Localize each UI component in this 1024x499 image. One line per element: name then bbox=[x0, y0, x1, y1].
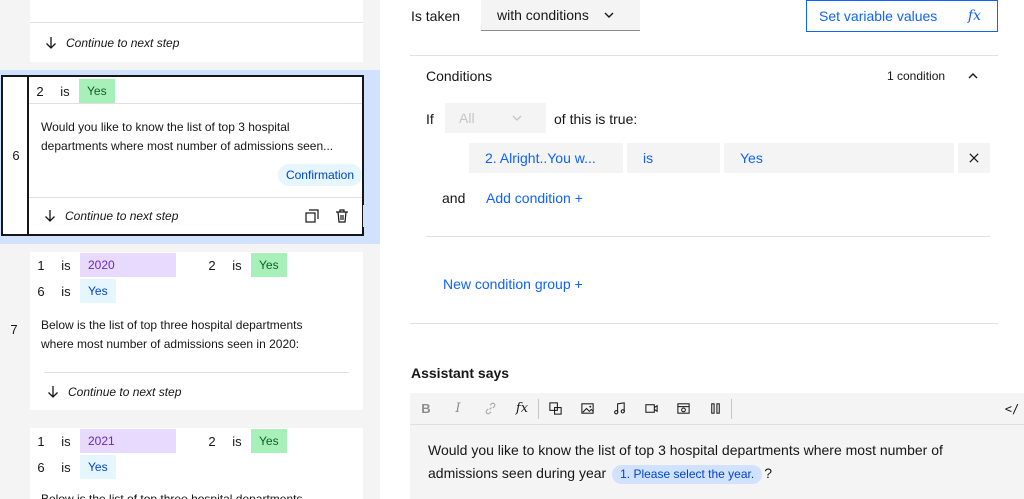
condition-value-tag: 2021 bbox=[80, 429, 176, 453]
confirmation-badge: Confirmation bbox=[277, 164, 362, 186]
set-variable-values-button[interactable]: Set variable values fx bbox=[806, 0, 998, 32]
condition-chip: 2 is Yes bbox=[201, 252, 287, 278]
variable-icon bbox=[548, 402, 562, 415]
insert-audio-button[interactable] bbox=[603, 393, 635, 425]
condition-value-tag: Yes bbox=[80, 455, 116, 479]
editor-toolbar: B I fx </ bbox=[410, 393, 1024, 425]
step-number: 7 bbox=[10, 322, 18, 337]
continue-label: Continue to next step bbox=[65, 209, 179, 223]
is-taken-dropdown[interactable]: with conditions bbox=[481, 0, 640, 31]
arrow-down-icon bbox=[48, 385, 58, 398]
step-body-text: Below is the list of top three hospital … bbox=[41, 318, 303, 351]
step-6[interactable]: 6 2 is Yes Would you like to know the li… bbox=[0, 70, 380, 244]
link-button[interactable] bbox=[474, 393, 506, 425]
condition-chip: 6 is Yes bbox=[30, 278, 116, 304]
remove-condition-button[interactable] bbox=[958, 143, 990, 173]
chevron-down-icon bbox=[512, 115, 522, 121]
bold-button[interactable]: B bbox=[410, 393, 442, 425]
pause-icon bbox=[710, 403, 720, 414]
step-7[interactable]: 7 1 is 2020 2 is Yes 6 is Yes Below is t… bbox=[0, 252, 380, 412]
audio-icon bbox=[613, 402, 625, 415]
message-text-end: ? bbox=[764, 465, 772, 481]
close-icon bbox=[969, 153, 979, 163]
condition-chip: 2 is Yes bbox=[201, 428, 287, 454]
all-any-dropdown[interactable]: All bbox=[445, 103, 546, 133]
step-8[interactable]: 1 is 2021 2 is Yes 6 is Yes Below is the… bbox=[0, 428, 380, 499]
variable-pill[interactable]: 1. Please select the year. bbox=[612, 465, 763, 484]
assistant-message-editor[interactable]: Would you like to know the list of top 3… bbox=[410, 425, 1024, 499]
insert-video-button[interactable] bbox=[635, 393, 667, 425]
condition-value-tag: 2020 bbox=[80, 253, 176, 277]
condition-chip: 1 is 2021 bbox=[30, 428, 176, 454]
continue-next-step[interactable]: Continue to next step bbox=[44, 372, 349, 410]
divider bbox=[29, 103, 362, 104]
condition-field[interactable]: 2. Alright..You w... bbox=[469, 143, 623, 173]
video-icon bbox=[644, 404, 658, 413]
condition-count: 1 condition bbox=[887, 69, 946, 83]
condition-value-tag: Yes bbox=[79, 79, 115, 103]
insert-variable-button[interactable] bbox=[539, 393, 571, 425]
condition-value-tag: Yes bbox=[251, 253, 287, 277]
and-label: and bbox=[442, 190, 466, 206]
if-label: If bbox=[426, 111, 434, 127]
insert-iframe-button[interactable] bbox=[667, 393, 699, 425]
condition-operator[interactable]: is bbox=[627, 143, 720, 173]
condition-chip: 1 is 2020 bbox=[30, 252, 176, 278]
step-body-text: Would you like to know the list of top 3… bbox=[41, 120, 334, 153]
divider bbox=[410, 323, 998, 324]
code-view-button[interactable]: </ bbox=[1000, 393, 1024, 425]
iframe-icon bbox=[676, 403, 690, 414]
condition-value-tag: Yes bbox=[251, 429, 287, 453]
duplicate-icon[interactable] bbox=[304, 208, 320, 224]
divider bbox=[410, 55, 998, 56]
assistant-says-title: Assistant says bbox=[411, 365, 510, 381]
fx-icon: fx bbox=[967, 8, 981, 24]
step-editor-panel: Is taken with conditions Set variable va… bbox=[380, 0, 1024, 499]
link-icon bbox=[485, 402, 495, 415]
arrow-down-icon bbox=[45, 210, 55, 222]
condition-chip: 2 is Yes bbox=[29, 78, 115, 104]
step-card[interactable]: 1 is 2020 2 is Yes 6 is Yes Below is the… bbox=[30, 252, 363, 410]
divider bbox=[426, 236, 990, 237]
continue-next-step[interactable]: Continue to next step bbox=[30, 22, 363, 62]
condition-chip: 6 is Yes bbox=[30, 454, 116, 480]
step-card[interactable]: 1 is 2021 2 is Yes 6 is Yes Below is the… bbox=[30, 428, 363, 499]
steps-panel: Continue to next step 6 2 is Yes Would y… bbox=[0, 0, 380, 499]
divider bbox=[363, 205, 364, 227]
is-taken-label: Is taken bbox=[411, 8, 461, 24]
chevron-up-icon[interactable] bbox=[967, 70, 979, 82]
new-condition-group-button[interactable]: New condition group + bbox=[443, 276, 583, 292]
condition-value-tag: Yes bbox=[80, 279, 116, 303]
chevron-down-icon bbox=[604, 12, 614, 18]
insert-pause-button[interactable] bbox=[699, 393, 731, 425]
add-condition-button[interactable]: Add condition + bbox=[486, 190, 583, 206]
of-this-is-true-label: of this is true: bbox=[554, 111, 638, 127]
step-5[interactable]: Continue to next step bbox=[0, 0, 380, 66]
step-card[interactable]: Continue to next step bbox=[30, 0, 363, 62]
function-button[interactable]: fx bbox=[506, 393, 538, 425]
insert-image-button[interactable] bbox=[571, 393, 603, 425]
conditions-title: Conditions bbox=[426, 68, 493, 84]
continue-label: Continue to next step bbox=[66, 35, 180, 50]
italic-button[interactable]: I bbox=[442, 393, 474, 425]
trash-icon[interactable] bbox=[334, 208, 350, 224]
image-icon bbox=[580, 403, 594, 414]
continue-label: Continue to next step bbox=[68, 384, 182, 399]
step-body-text: Below is the list of top three hospital … bbox=[41, 492, 303, 499]
continue-next-step[interactable]: Continue to next step bbox=[29, 197, 364, 234]
step-number: 6 bbox=[12, 148, 20, 163]
toolbar-separator bbox=[731, 398, 732, 419]
arrow-down-icon bbox=[46, 36, 56, 49]
condition-value[interactable]: Yes bbox=[724, 143, 954, 173]
